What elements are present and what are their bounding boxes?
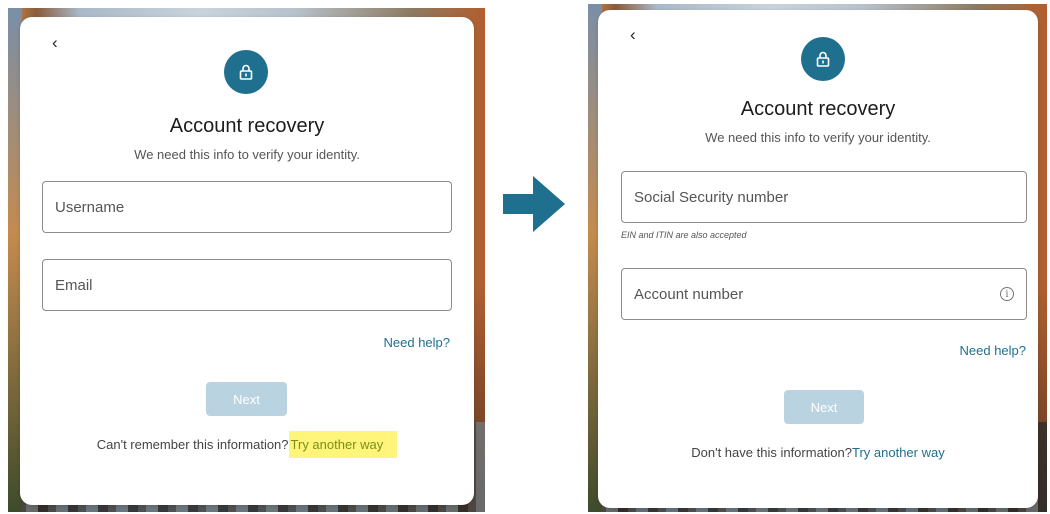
footer-text: Don't have this information? (691, 445, 852, 460)
username-input[interactable] (43, 182, 451, 232)
account-number-input[interactable] (622, 269, 1026, 319)
back-button[interactable]: ‹ (630, 26, 636, 43)
info-icon[interactable]: i (1000, 287, 1014, 301)
recovery-card: ‹ Account recovery We need this info to … (20, 17, 474, 505)
right-screen: ‹ Account recovery We need this info to … (588, 4, 1047, 512)
next-button[interactable]: Next (784, 390, 864, 424)
ssn-input[interactable] (622, 172, 1026, 222)
lock-icon (224, 50, 268, 94)
ssn-field[interactable] (621, 171, 1027, 223)
back-button[interactable]: ‹ (52, 34, 58, 51)
recovery-card: ‹ Account recovery We need this info to … (598, 10, 1038, 508)
footer: Can't remember this information? Try anot… (20, 431, 474, 458)
page-subtitle: We need this info to verify your identit… (134, 147, 360, 162)
arrow-right-icon (503, 176, 565, 237)
need-help-link[interactable]: Need help? (384, 335, 451, 350)
need-help-link[interactable]: Need help? (960, 343, 1027, 358)
email-field[interactable] (42, 259, 452, 311)
account-number-field[interactable]: i (621, 268, 1027, 320)
email-input[interactable] (43, 260, 451, 310)
next-button[interactable]: Next (206, 382, 287, 416)
page-title: Account recovery (169, 115, 325, 137)
lock-icon (801, 37, 845, 81)
page-subtitle: We need this info to verify your identit… (705, 130, 931, 145)
try-another-way-link[interactable]: Try another way (288, 431, 398, 458)
footer-text: Can't remember this information? (96, 437, 289, 452)
try-another-way-link[interactable]: Try another way (852, 445, 945, 460)
ssn-hint: EIN and ITIN are also accepted (621, 230, 747, 240)
footer: Don't have this information?Try another … (598, 445, 1038, 460)
left-screen: ‹ Account recovery We need this info to … (8, 8, 485, 512)
username-field[interactable] (42, 181, 452, 233)
page-title: Account recovery (740, 98, 896, 120)
